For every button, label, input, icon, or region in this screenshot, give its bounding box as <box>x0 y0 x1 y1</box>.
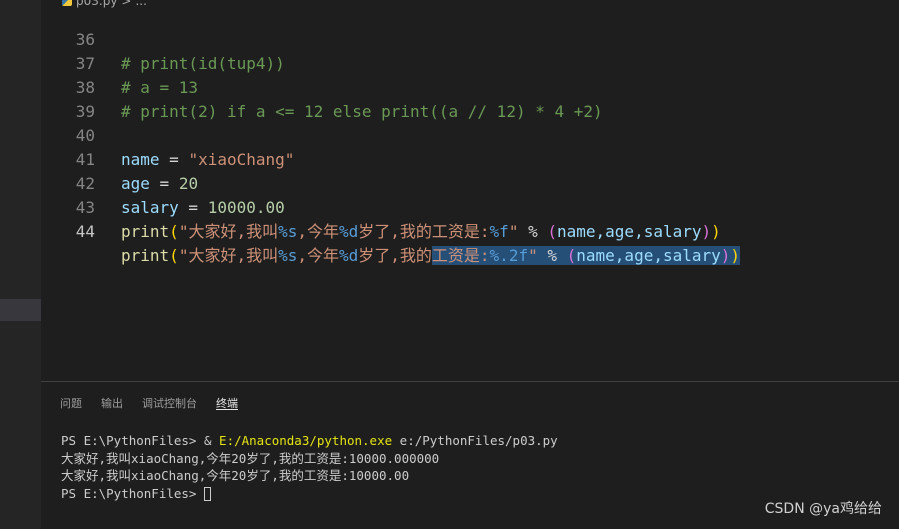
code-paren: ) <box>720 246 731 265</box>
code-string: ,今年 <box>297 246 339 265</box>
code-paren: ( <box>566 246 577 265</box>
terminal-exe-path: E:/Anaconda3/python.exe <box>219 433 393 448</box>
sidebar-selected-item[interactable] <box>0 299 41 321</box>
code-format-spec: %s <box>278 222 298 241</box>
terminal-prompt: PS E:\PythonFiles> <box>61 486 204 501</box>
terminal-input-line[interactable]: PS E:\PythonFiles> <box>61 485 211 503</box>
code-operator: % <box>537 246 567 265</box>
code-format-spec: %d <box>339 246 359 265</box>
code-function: print <box>121 222 170 241</box>
code-paren: ( <box>169 222 179 241</box>
code-line[interactable]: 40 name = "xiaoChang" <box>41 100 899 169</box>
code-line[interactable]: 43 print("大家好,我叫%s,今年%d岁了,我的工资是:%f" % (n… <box>41 172 899 241</box>
terminal-script-path: e:/PythonFiles/p03.py <box>392 433 558 448</box>
code-editor[interactable]: 36 # print(id(tup4)) 37 # a = 13 38 # pr… <box>41 0 899 381</box>
watermark: CSDN @ya鸡给给 <box>764 501 882 517</box>
code-string: "大家好,我叫 <box>178 246 279 265</box>
code-string: 岁了,我的 <box>358 246 432 265</box>
text-selection[interactable]: 工资是:%.2f" % (name,age,salary)) <box>431 246 741 265</box>
terminal-output-line: 大家好,我叫xiaoChang,今年20岁了,我的工资是:10000.00000… <box>61 451 440 466</box>
code-paren: ) <box>730 246 741 265</box>
terminal-output-line: 大家好,我叫xiaoChang,今年20岁了,我的工资是:10000.00 <box>61 468 410 483</box>
code-line[interactable]: 42 salary = 10000.00 <box>41 148 899 217</box>
code-string: 岁了,我的工资是: <box>358 222 490 241</box>
code-statement: print("大家好,我叫%s,今年%d岁了,我的工资是:%f" % (name… <box>121 220 721 244</box>
code-format-spec: %.2f <box>489 246 529 265</box>
vscode-window: p03.py > ... 36 # print(id(tup4)) 37 # a… <box>0 0 899 529</box>
code-format-spec: %s <box>278 246 298 265</box>
code-string: "大家好,我叫 <box>178 222 279 241</box>
code-operator: % <box>518 222 548 241</box>
code-string: 工资是: <box>431 246 490 265</box>
code-format-spec: %f <box>489 222 509 241</box>
code-function: print <box>121 246 170 265</box>
code-line-active[interactable]: 44 print("大家好,我叫%s,今年%d岁了,我的工资是:%.2f" % … <box>41 196 899 265</box>
line-number: 44 <box>75 222 95 241</box>
code-format-spec: %d <box>339 222 359 241</box>
code-line[interactable]: 36 # print(id(tup4)) <box>41 4 899 73</box>
code-string: " <box>508 222 519 241</box>
code-arguments: name,age,salary <box>576 246 721 265</box>
tab-output[interactable]: 输出 <box>101 382 123 420</box>
code-line[interactable]: 41 age = 20 <box>41 124 899 193</box>
code-line[interactable]: 38 # print(2) if a <= 12 else print((a /… <box>41 52 899 121</box>
code-paren: ( <box>169 246 179 265</box>
tab-debug-console[interactable]: 调试控制台 <box>142 382 197 420</box>
sidebar <box>0 0 41 529</box>
terminal-line: PS E:\PythonFiles> & E:/Anaconda3/python… <box>61 432 558 450</box>
code-line[interactable]: 39 <box>41 76 899 121</box>
code-line[interactable]: 37 # a = 13 <box>41 28 899 97</box>
code-arguments: name,age,salary <box>557 222 702 241</box>
code-paren: ) <box>701 222 712 241</box>
code-string: " <box>528 246 538 265</box>
terminal-cursor <box>204 487 211 501</box>
code-statement: print("大家好,我叫%s,今年%d岁了,我的工资是:%.2f" % (na… <box>121 244 741 268</box>
tab-problems[interactable]: 问题 <box>60 382 82 420</box>
code-string: ,今年 <box>297 222 339 241</box>
terminal-prompt: PS E:\PythonFiles> & <box>61 433 220 448</box>
panel-tabs: 问题 输出 调试控制台 终端 <box>41 382 238 420</box>
code-paren: ) <box>711 222 721 241</box>
tab-terminal[interactable]: 终端 <box>216 382 238 420</box>
code-paren: ( <box>547 222 557 241</box>
